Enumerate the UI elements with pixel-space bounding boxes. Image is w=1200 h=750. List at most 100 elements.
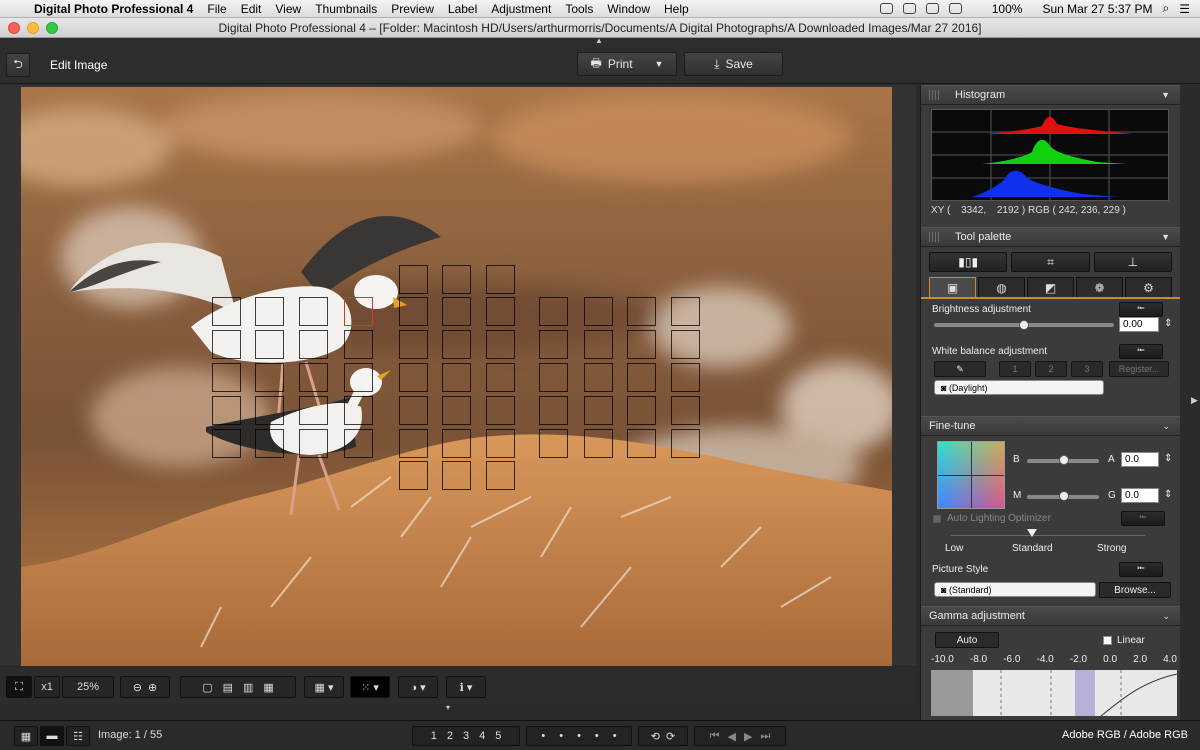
rotate-left-icon[interactable]: ⟲ bbox=[651, 730, 660, 743]
list-icon[interactable]: ☰ bbox=[1179, 2, 1190, 16]
browse-button[interactable]: Browse... bbox=[1099, 582, 1171, 598]
wb-preset-1[interactable]: 1 bbox=[999, 361, 1031, 377]
zoom-in-icon[interactable]: ⊕ bbox=[148, 681, 157, 694]
ba-slider-knob[interactable] bbox=[1059, 455, 1069, 465]
single-view-button[interactable]: ▬ bbox=[40, 726, 64, 746]
highlight-warning-button[interactable]: ◑ ▾ bbox=[398, 676, 438, 698]
expand-panel-icon[interactable]: ▶ bbox=[1191, 395, 1198, 406]
zoom-level[interactable]: 25% bbox=[62, 676, 114, 698]
menu-preview[interactable]: Preview bbox=[391, 2, 434, 16]
menu-edit[interactable]: Edit bbox=[241, 2, 262, 16]
tab-color[interactable]: ❁ bbox=[1076, 277, 1123, 297]
color-wheel-grid[interactable] bbox=[937, 441, 1005, 509]
histogram-header[interactable]: Histogram ▼ bbox=[921, 85, 1180, 105]
menu-label[interactable]: Label bbox=[448, 2, 477, 16]
fit-screen-button[interactable]: ⛶ bbox=[6, 676, 32, 698]
grid-square-icon[interactable]: ▦ bbox=[263, 681, 273, 694]
brightness-reset-button[interactable]: ⭰ bbox=[1119, 302, 1163, 317]
status-icon[interactable] bbox=[902, 3, 916, 14]
print-button[interactable]: 🖶 Print ▼ bbox=[577, 52, 677, 76]
picture-style-reset-button[interactable]: ⭰ bbox=[1119, 562, 1163, 577]
zoom-1x-button[interactable]: x1 bbox=[34, 676, 60, 698]
split-view-icon[interactable]: ▥ bbox=[243, 681, 253, 694]
drag-grip-icon[interactable] bbox=[929, 90, 939, 100]
stamp-tool-button[interactable]: ⊥ bbox=[1093, 252, 1172, 272]
status-icon[interactable] bbox=[948, 3, 962, 14]
zoom-window-icon[interactable] bbox=[46, 22, 58, 34]
chevron-double-down-icon[interactable]: ⌄ bbox=[1162, 611, 1170, 622]
menu-tools[interactable]: Tools bbox=[565, 2, 593, 16]
prev-image-icon[interactable]: ◀ bbox=[728, 730, 736, 743]
rotate-right-icon[interactable]: ⟳ bbox=[666, 730, 675, 743]
photo-preview[interactable] bbox=[21, 87, 892, 666]
star-dot[interactable]: • bbox=[559, 730, 563, 742]
mg-slider-knob[interactable] bbox=[1059, 491, 1069, 501]
collapse-handle-icon[interactable]: ▲ bbox=[595, 37, 605, 45]
finetune-header[interactable]: Fine-tune ⌄ bbox=[921, 416, 1180, 436]
ba-value[interactable]: 0.0 bbox=[1121, 452, 1159, 467]
eyedropper-button[interactable]: ✎ bbox=[934, 361, 986, 377]
wb-select[interactable]: ◙ (Daylight) bbox=[934, 380, 1104, 395]
last-image-icon[interactable]: ⏭ bbox=[760, 730, 770, 743]
picture-style-select[interactable]: ◙ (Standard) bbox=[934, 582, 1096, 597]
alo-checkbox[interactable] bbox=[933, 515, 941, 523]
grid-overlay-button[interactable]: ▦ ▾ bbox=[304, 676, 344, 698]
rating-4[interactable]: 4 bbox=[479, 730, 485, 742]
gamma-header[interactable]: Gamma adjustment ⌄ bbox=[921, 606, 1180, 626]
drag-grip-icon[interactable] bbox=[929, 232, 939, 242]
menu-file[interactable]: File bbox=[207, 2, 226, 16]
chevron-down-icon[interactable]: ▼ bbox=[1161, 232, 1170, 242]
star-dot[interactable]: • bbox=[577, 730, 581, 742]
status-icon[interactable] bbox=[925, 3, 939, 14]
search-icon[interactable]: ⌕ bbox=[1163, 1, 1170, 16]
wb-register-button[interactable]: Register... bbox=[1109, 361, 1169, 377]
next-image-icon[interactable]: ▶ bbox=[744, 730, 752, 743]
star-dot[interactable]: • bbox=[541, 730, 545, 742]
brightness-slider-knob[interactable] bbox=[1019, 320, 1029, 330]
clock[interactable]: Sun Mar 27 5:37 PM bbox=[1042, 2, 1152, 16]
alo-reset-button[interactable]: ⭰ bbox=[1121, 511, 1165, 526]
first-image-icon[interactable]: ⏮ bbox=[710, 730, 720, 743]
star-dot[interactable]: • bbox=[613, 730, 617, 742]
gamma-curve[interactable] bbox=[931, 670, 1177, 716]
status-icon[interactable] bbox=[879, 3, 893, 14]
linear-checkbox[interactable] bbox=[1103, 636, 1112, 645]
app-menu[interactable]: Digital Photo Professional 4 bbox=[34, 2, 193, 16]
image-viewer[interactable] bbox=[0, 85, 916, 666]
spinner-icon[interactable]: ⇕ bbox=[1164, 453, 1172, 464]
brightness-value[interactable]: 0.00 bbox=[1119, 317, 1159, 332]
menu-adjustment[interactable]: Adjustment bbox=[491, 2, 551, 16]
compare-view-icon[interactable]: ▤ bbox=[223, 681, 233, 694]
save-button[interactable]: ⤓ Save bbox=[684, 52, 783, 76]
menu-help[interactable]: Help bbox=[664, 2, 689, 16]
alo-slider-knob[interactable] bbox=[1027, 529, 1037, 537]
zoom-out-icon[interactable]: ⊖ bbox=[133, 681, 142, 694]
chevron-down-icon[interactable]: ▼ bbox=[1161, 90, 1170, 100]
crop-tool-button[interactable]: ⌗ bbox=[1011, 252, 1090, 272]
chevron-down-icon[interactable]: ▼ bbox=[655, 59, 664, 69]
tab-detail[interactable]: ◍ bbox=[978, 277, 1025, 297]
alo-slider[interactable] bbox=[951, 535, 1145, 536]
af-point-button[interactable]: ⁙ ▾ bbox=[350, 676, 390, 698]
chevron-double-down-icon[interactable]: ⌄ bbox=[1162, 421, 1170, 432]
single-view-icon[interactable]: ▢ bbox=[202, 681, 212, 694]
spinner-icon[interactable]: ⇕ bbox=[1164, 318, 1172, 329]
wb-preset-3[interactable]: 3 bbox=[1071, 361, 1103, 377]
menu-thumbnails[interactable]: Thumbnails bbox=[315, 2, 377, 16]
expand-handle-icon[interactable]: ▾ bbox=[446, 703, 450, 712]
tool-palette-header[interactable]: Tool palette ▼ bbox=[921, 227, 1180, 247]
tab-basic[interactable]: ▣ bbox=[929, 277, 976, 297]
list-view-button[interactable]: ☷ bbox=[66, 726, 90, 746]
info-button[interactable]: ℹ ▾ bbox=[446, 676, 486, 698]
gamma-auto-button[interactable]: Auto bbox=[935, 632, 999, 648]
rating-2[interactable]: 2 bbox=[447, 730, 453, 742]
close-window-icon[interactable] bbox=[8, 22, 20, 34]
back-button[interactable]: ⮌ bbox=[6, 53, 30, 77]
wb-reset-button[interactable]: ⭰ bbox=[1119, 344, 1163, 359]
tab-settings[interactable]: ⚙ bbox=[1125, 277, 1172, 297]
star-dot[interactable]: • bbox=[595, 730, 599, 742]
mg-value[interactable]: 0.0 bbox=[1121, 488, 1159, 503]
rating-1[interactable]: 1 bbox=[431, 730, 437, 742]
spinner-icon[interactable]: ⇕ bbox=[1164, 489, 1172, 500]
wb-preset-2[interactable]: 2 bbox=[1035, 361, 1067, 377]
